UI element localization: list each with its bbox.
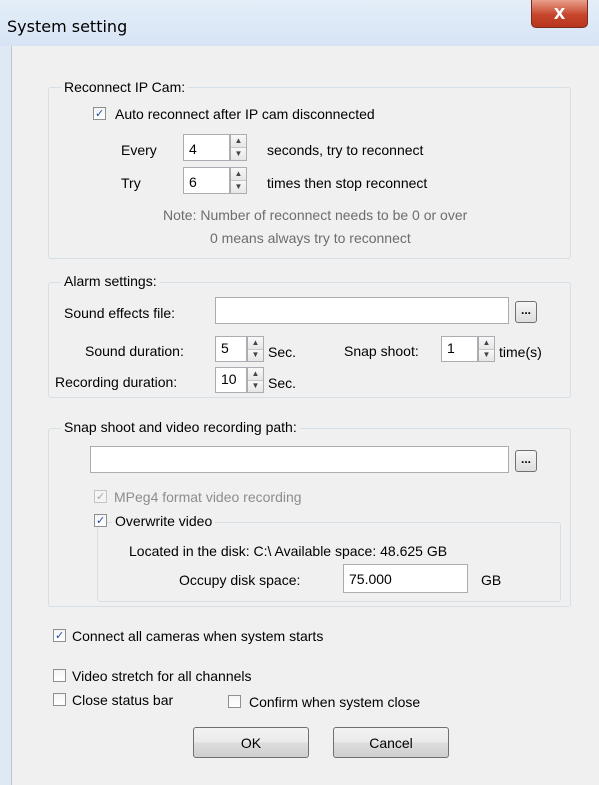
every-seconds-input[interactable]: 4 <box>183 134 230 161</box>
dialog-body: Reconnect IP Cam: ✓ Auto reconnect after… <box>11 46 599 785</box>
every-seconds-spinner[interactable]: ▲ ▼ <box>230 134 247 161</box>
reconnect-note-line1: Note: Number of reconnect needs to be 0 … <box>163 207 468 223</box>
snap-shoot-spinner[interactable]: ▲ ▼ <box>478 336 495 362</box>
connect-all-checkbox[interactable]: ✓ <box>53 629 66 642</box>
every-label: Every <box>121 142 157 158</box>
try-count-spinner[interactable]: ▲ ▼ <box>230 167 247 194</box>
cancel-button[interactable]: Cancel <box>333 727 449 758</box>
spin-down-icon[interactable]: ▼ <box>479 349 494 361</box>
close-icon: X <box>553 4 566 23</box>
recording-duration-label: Recording duration: <box>55 374 178 390</box>
cancel-button-label: Cancel <box>369 734 413 751</box>
check-icon: ✓ <box>96 490 106 503</box>
snap-shoot-label: Snap shoot: <box>344 343 419 359</box>
ellipsis-icon: ... <box>520 303 531 317</box>
spin-up-icon[interactable]: ▲ <box>248 337 263 350</box>
reconnect-note-line2: 0 means always try to reconnect <box>210 230 411 246</box>
alarm-group-label: Alarm settings: <box>61 273 160 289</box>
connect-all-label: Connect all cameras when system starts <box>72 628 324 644</box>
spin-down-icon[interactable]: ▼ <box>248 380 263 392</box>
ok-button[interactable]: OK <box>193 727 309 758</box>
recording-duration-unit: Sec. <box>268 375 297 391</box>
occupy-space-input[interactable]: 75.000 <box>343 564 468 593</box>
sound-file-input[interactable] <box>215 297 509 324</box>
sound-duration-unit: Sec. <box>268 344 297 360</box>
close-button[interactable]: X <box>531 0 588 28</box>
ellipsis-icon: ... <box>520 452 531 466</box>
close-status-bar-label: Close status bar <box>72 692 174 708</box>
confirm-close-checkbox[interactable] <box>228 695 241 708</box>
sound-file-browse-button[interactable]: ... <box>515 301 537 323</box>
video-stretch-checkbox[interactable] <box>53 669 66 682</box>
recording-duration-input[interactable]: 10 <box>215 367 247 393</box>
snap-shoot-unit: time(s) <box>499 344 542 360</box>
sound-duration-label: Sound duration: <box>85 343 184 359</box>
overwrite-video-label: Overwrite video <box>112 513 216 529</box>
spin-down-icon[interactable]: ▼ <box>248 349 263 361</box>
mpeg4-checkbox[interactable]: ✓ <box>94 490 107 503</box>
every-suffix-label: seconds, try to reconnect <box>267 142 424 158</box>
sound-file-label: Sound effects file: <box>64 305 176 321</box>
try-suffix-label: times then stop reconnect <box>267 175 428 191</box>
spin-up-icon[interactable]: ▲ <box>231 168 246 181</box>
ok-button-label: OK <box>240 734 262 751</box>
confirm-close-label: Confirm when system close <box>249 694 421 710</box>
window-title: System setting <box>7 17 128 36</box>
try-count-input[interactable]: 6 <box>183 167 230 194</box>
record-path-input[interactable] <box>90 446 509 473</box>
system-setting-window: System setting X Reconnect IP Cam: ✓ Aut… <box>0 0 599 785</box>
auto-reconnect-label: Auto reconnect after IP cam disconnected <box>115 106 375 122</box>
check-icon: ✓ <box>55 629 65 642</box>
spin-up-icon[interactable]: ▲ <box>231 135 246 148</box>
occupy-space-label: Occupy disk space: <box>179 572 301 588</box>
sound-duration-spinner[interactable]: ▲ ▼ <box>247 336 264 362</box>
check-icon: ✓ <box>95 107 105 120</box>
spin-down-icon[interactable]: ▼ <box>231 181 246 193</box>
overwrite-video-checkbox[interactable]: ✓ <box>94 514 107 527</box>
title-bar[interactable]: System setting X <box>0 0 599 46</box>
try-label: Try <box>121 175 141 191</box>
path-group-label: Snap shoot and video recording path: <box>61 419 300 435</box>
spin-up-icon[interactable]: ▲ <box>479 337 494 350</box>
auto-reconnect-checkbox[interactable]: ✓ <box>93 107 106 120</box>
snap-shoot-input[interactable]: 1 <box>441 336 478 362</box>
close-status-bar-checkbox[interactable] <box>53 693 66 706</box>
occupy-space-unit: GB <box>481 572 502 588</box>
recording-duration-spinner[interactable]: ▲ ▼ <box>247 367 264 393</box>
record-path-browse-button[interactable]: ... <box>515 450 537 472</box>
disk-info-text: Located in the disk: C:\ Available space… <box>129 543 448 559</box>
check-icon: ✓ <box>96 514 106 527</box>
video-stretch-label: Video stretch for all channels <box>72 668 252 684</box>
reconnect-group-label: Reconnect IP Cam: <box>61 79 189 95</box>
spin-down-icon[interactable]: ▼ <box>231 148 246 160</box>
sound-duration-input[interactable]: 5 <box>215 336 247 362</box>
spin-up-icon[interactable]: ▲ <box>248 368 263 381</box>
overwrite-subgroup <box>97 522 561 602</box>
mpeg4-label: MPeg4 format video recording <box>114 489 302 505</box>
